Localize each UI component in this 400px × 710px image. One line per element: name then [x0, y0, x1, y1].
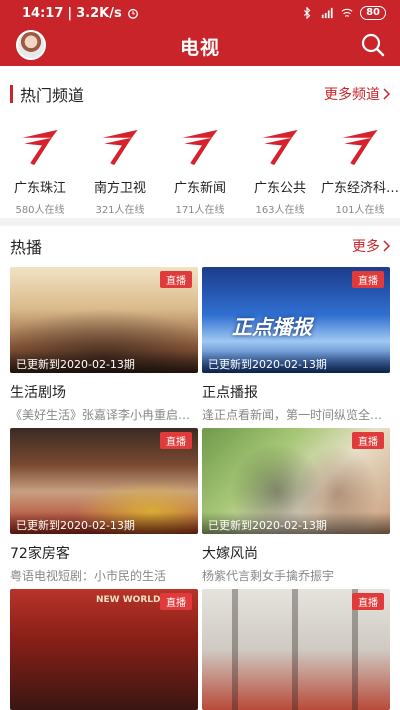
card-title: 大嫁风尚	[202, 546, 258, 562]
update-label: 已更新到2020-02-13期	[202, 351, 390, 373]
channel-name: 广东公共	[253, 181, 306, 196]
channel-logo-icon	[22, 129, 58, 166]
card-title: 正点播报	[202, 385, 258, 401]
update-label: 已更新到2020-02-13期	[10, 351, 198, 373]
status-bar: 14:17 | 3.2K/s 80	[0, 0, 400, 26]
live-badge: 直播	[352, 271, 384, 288]
update-label: 已更新到2020-02-13期	[202, 512, 390, 534]
live-badge: 直播	[160, 593, 192, 610]
card-description: 《美好生活》张嘉译李小冉重启…	[10, 408, 191, 422]
card-description: 逢正点看新闻，第一时间纵览全球…	[202, 408, 390, 422]
app-header: 电视	[0, 26, 400, 66]
program-card-calligraphy[interactable]: 直播	[202, 589, 390, 710]
card-title: 生活剧场	[10, 385, 66, 401]
section-divider	[0, 218, 400, 226]
card-title: 72家房客	[10, 546, 70, 562]
channel-logo-icon	[102, 129, 138, 166]
more-hot-play-link[interactable]: 更多	[352, 236, 390, 256]
more-channels-label: 更多频道	[324, 87, 380, 103]
program-thumbnail[interactable]: 正点播报 直播 已更新到2020-02-13期	[202, 267, 390, 373]
avatar[interactable]	[16, 30, 46, 60]
channel-name: 广东新闻	[173, 181, 226, 196]
channel-item[interactable]: 南方卫视 321人在线	[80, 120, 160, 216]
channel-logo-icon	[342, 129, 378, 166]
channel-online-count: 321人在线	[95, 205, 145, 216]
live-badge: 直播	[160, 432, 192, 449]
status-time: 14:17	[22, 5, 64, 21]
live-badge: 直播	[160, 271, 192, 288]
more-hot-play-label: 更多	[352, 239, 380, 255]
live-badge: 直播	[352, 432, 384, 449]
channel-item[interactable]: 广东新闻 171人在线	[160, 120, 240, 216]
wifi-icon	[341, 8, 353, 17]
channel-item[interactable]: 广东经济科… 101人在线	[320, 120, 400, 216]
program-card-new-world[interactable]: NEW WORLD 直播	[10, 589, 198, 710]
channel-name: 广东珠江	[13, 181, 66, 196]
channel-name: 南方卫视	[93, 181, 146, 196]
channel-name: 广东经济科…	[320, 181, 399, 196]
chevron-right-icon	[383, 240, 390, 252]
hot-channels-header: 热门频道 更多频道	[0, 77, 400, 111]
more-channels-link[interactable]: 更多频道	[324, 84, 390, 104]
search-icon[interactable]	[360, 32, 386, 58]
program-thumbnail[interactable]: 直播 已更新到2020-02-13期	[10, 428, 198, 534]
signal-icon	[321, 7, 333, 19]
bluetooth-icon	[304, 7, 311, 19]
channel-online-count: 171人在线	[175, 205, 225, 216]
page-title: 电视	[179, 36, 220, 59]
channel-online-count: 580人在线	[15, 205, 65, 216]
program-thumbnail[interactable]: NEW WORLD 直播	[10, 589, 198, 710]
update-label: 已更新到2020-02-13期	[10, 512, 198, 534]
chevron-right-icon	[383, 88, 390, 100]
program-thumbnail[interactable]: 直播	[202, 589, 390, 710]
program-card-72-tenants[interactable]: 直播 已更新到2020-02-13期 72家房客 粤语电视短剧：小市民的生活	[10, 428, 198, 584]
channel-online-count: 101人在线	[335, 205, 385, 216]
battery-indicator: 80	[360, 6, 386, 20]
live-badge: 直播	[352, 593, 384, 610]
card-description: 杨紫代言剩女手擒乔振宇	[202, 569, 335, 583]
hot-channels-title: 热门频道	[20, 86, 85, 105]
channel-logo-icon	[262, 129, 298, 166]
program-thumbnail[interactable]: 直播 已更新到2020-02-13期	[10, 267, 198, 373]
channel-item[interactable]: 广东珠江 580人在线	[0, 120, 80, 216]
alarm-icon	[127, 8, 138, 19]
thumbnail-logo-text: 正点播报	[232, 315, 312, 339]
program-card-news-hourly[interactable]: 正点播报 直播 已更新到2020-02-13期 正点播报 逢正点看新闻，第一时间…	[202, 267, 390, 423]
channel-logo-icon	[182, 129, 218, 166]
status-network-speed: 3.2K/s	[76, 5, 122, 21]
channel-item[interactable]: 广东公共 163人在线	[240, 120, 320, 216]
program-thumbnail[interactable]: 直播 已更新到2020-02-13期	[202, 428, 390, 534]
section-accent-bar	[10, 85, 13, 103]
card-description: 粤语电视短剧：小市民的生活	[10, 569, 167, 583]
hot-play-title: 热播	[10, 238, 43, 257]
channel-online-count: 163人在线	[255, 205, 305, 216]
channel-list: 广东珠江 580人在线 南方卫视 321人在线 广东新闻 171人在线 广东公共 163人在线…	[0, 120, 400, 216]
thumbnail-logo-text: NEW WORLD	[96, 595, 161, 605]
hot-play-header: 热播 更多	[0, 229, 400, 263]
program-card-life-theater[interactable]: 直播 已更新到2020-02-13期 生活剧场 《美好生活》张嘉译李小冉重启…	[10, 267, 198, 423]
program-card-marriage-trend[interactable]: 直播 已更新到2020-02-13期 大嫁风尚 杨紫代言剩女手擒乔振宇	[202, 428, 390, 584]
